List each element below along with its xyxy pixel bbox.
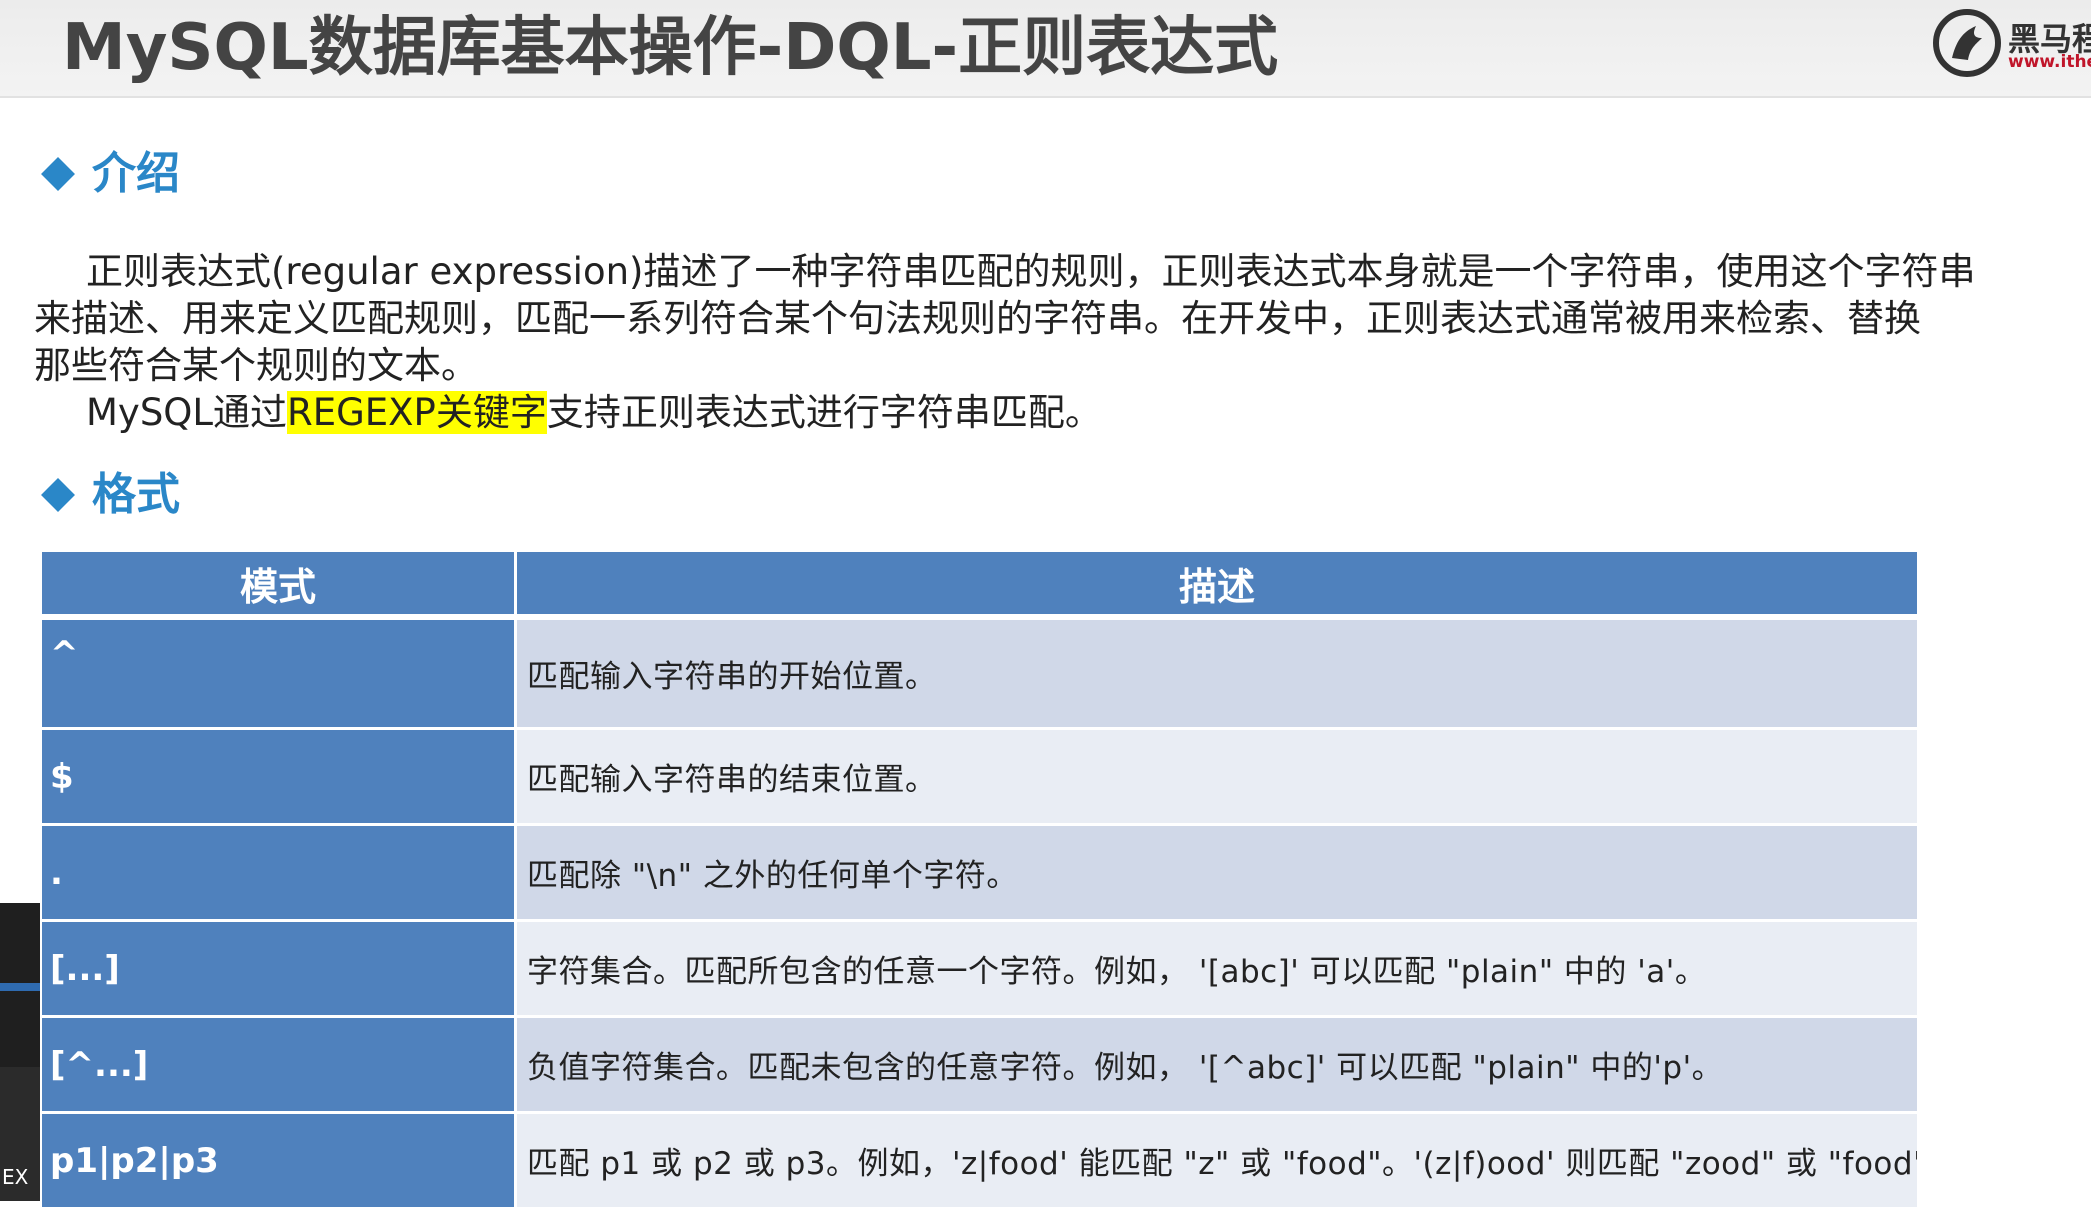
table-row: [...] 字符集合。匹配所包含的任意一个字符。例如， '[abc]' 可以匹配… (42, 922, 1917, 1018)
table-row: ^ 匹配输入字符串的开始位置。 (42, 620, 1917, 730)
table-row: [^...] 负值字符集合。匹配未包含的任意字符。例如， '[^abc]' 可以… (42, 1018, 1917, 1114)
intro-line: 正则表达式(regular expression)描述了一种字符串匹配的规则，正… (86, 250, 1976, 293)
description-cell: 匹配输入字符串的开始位置。 (517, 620, 1917, 730)
column-header-description: 描述 (517, 552, 1917, 620)
page-title: MySQL数据库基本操作-DQL-正则表达式 (62, 11, 1279, 85)
regexp-line-after: 支持正则表达式进行字符串匹配。 (546, 391, 1102, 434)
table-row: p1|p2|p3 匹配 p1 或 p2 或 p3。例如，'z|food' 能匹配… (42, 1114, 1917, 1210)
intro-paragraph: 正则表达式(regular expression)描述了一种字符串匹配的规则，正… (34, 248, 2044, 436)
pattern-cell: p1|p2|p3 (42, 1114, 517, 1210)
pattern-cell: $ (42, 730, 517, 826)
pattern-cell: [^...] (42, 1018, 517, 1114)
intro-line: 来描述、用来定义匹配规则，匹配一系列符合某个句法规则的字符串。在开发中，正则表达… (34, 297, 1921, 340)
side-fragment-bar (0, 983, 40, 991)
pattern-cell: ^ (42, 620, 517, 730)
section-heading-format: 格式 (38, 465, 180, 525)
section-title-intro: 介绍 (92, 148, 180, 199)
side-fragment-label: EX (2, 1165, 29, 1189)
section-heading-intro: 介绍 (38, 144, 180, 204)
slide-header: MySQL数据库基本操作-DQL-正则表达式 黑马程 www.ithei (0, 0, 2091, 98)
horse-logo-icon (1933, 9, 2001, 77)
description-cell: 匹配 p1 或 p2 或 p3。例如，'z|food' 能匹配 "z" 或 "f… (517, 1114, 1917, 1210)
regexp-keyword-highlight: REGEXP关键字 (287, 391, 547, 434)
section-title-format: 格式 (92, 469, 180, 520)
table-row: $ 匹配输入字符串的结束位置。 (42, 730, 1917, 826)
diamond-bullet-icon (41, 157, 75, 191)
description-cell: 匹配输入字符串的结束位置。 (517, 730, 1917, 826)
regexp-line: MySQL通过REGEXP关键字支持正则表达式进行字符串匹配。 (34, 389, 2044, 436)
description-cell: 字符集合。匹配所包含的任意一个字符。例如， '[abc]' 可以匹配 "plai… (517, 922, 1917, 1018)
column-header-pattern: 模式 (42, 552, 517, 620)
diamond-bullet-icon (41, 478, 75, 512)
regexp-line-before: MySQL通过 (86, 391, 288, 434)
pattern-cell: . (42, 826, 517, 922)
logo-url: www.ithei (2008, 52, 2091, 72)
pattern-cell: [...] (42, 922, 517, 1018)
regex-pattern-table: 模式 描述 ^ 匹配输入字符串的开始位置。 $ 匹配输入字符串的结束位置。 . … (42, 552, 1917, 1210)
brand-logo: 黑马程 www.ithei (1932, 8, 2091, 78)
description-cell: 匹配除 "\n" 之外的任何单个字符。 (517, 826, 1917, 922)
intro-line: 那些符合某个规则的文本。 (34, 344, 478, 387)
description-cell: 负值字符集合。匹配未包含的任意字符。例如， '[^abc]' 可以匹配 "pla… (517, 1018, 1917, 1114)
side-window-fragment: EX (0, 903, 40, 1201)
table-row: . 匹配除 "\n" 之外的任何单个字符。 (42, 826, 1917, 922)
table-header-row: 模式 描述 (42, 552, 1917, 620)
